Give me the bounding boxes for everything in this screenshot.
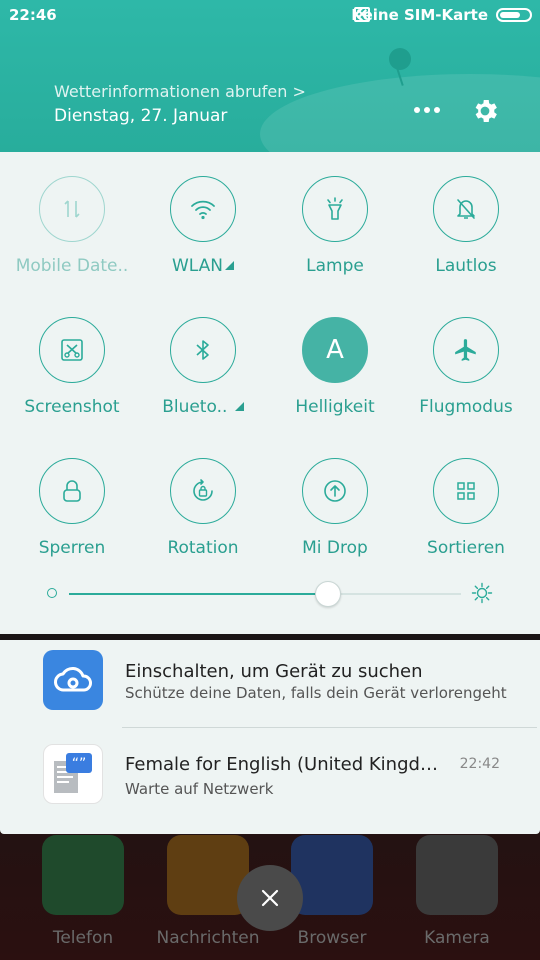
flashlight-icon bbox=[302, 176, 368, 242]
expand-caret-icon[interactable] bbox=[234, 402, 244, 411]
brightness-slider[interactable] bbox=[69, 581, 461, 607]
tile-label: Mobile Date.. bbox=[15, 256, 129, 276]
silent-bell-icon bbox=[433, 176, 499, 242]
camera-icon[interactable] bbox=[416, 835, 498, 915]
date-text: Dienstag, 27. Januar bbox=[54, 106, 228, 126]
status-bar: 22:46 Keine SIM-Karte bbox=[0, 0, 540, 30]
dock-label: Telefon bbox=[52, 928, 114, 948]
battery-icon bbox=[496, 8, 532, 22]
auto-glyph: A bbox=[326, 335, 344, 365]
bluetooth-icon bbox=[170, 317, 236, 383]
tile-wlan[interactable]: WLAN bbox=[143, 176, 263, 276]
notification-title: Einschalten, um Gerät zu suchen bbox=[125, 661, 423, 682]
tile-label: Flugmodus bbox=[419, 397, 513, 417]
tile-flugmodus[interactable]: Flugmodus bbox=[406, 317, 526, 417]
svg-text:“”: “” bbox=[72, 756, 87, 772]
tree-decoration-icon bbox=[389, 48, 411, 70]
upload-icon bbox=[302, 458, 368, 524]
phone-icon[interactable] bbox=[42, 835, 124, 915]
tile-label: WLAN bbox=[143, 256, 263, 276]
tile-label: Sperren bbox=[38, 538, 106, 558]
tile-label: Lampe bbox=[306, 256, 364, 276]
notification-title: Female for English (United Kingdo... bbox=[125, 754, 445, 775]
sim-status: Keine SIM-Karte bbox=[351, 6, 488, 24]
rotation-lock-icon bbox=[170, 458, 236, 524]
lock-icon bbox=[39, 458, 105, 524]
tile-label-text: Blueto.. bbox=[162, 397, 228, 417]
notification-divider bbox=[122, 727, 537, 728]
notifications-panel: Einschalten, um Gerät zu suchen Schütze … bbox=[0, 640, 540, 834]
tile-label: Lautlos bbox=[435, 256, 497, 276]
notification-subtitle: Schütze deine Daten, falls dein Gerät ve… bbox=[125, 684, 507, 702]
tile-label: Screenshot bbox=[24, 397, 120, 417]
expand-caret-icon[interactable] bbox=[225, 261, 235, 270]
weather-info-link[interactable]: Wetterinformationen abrufen > bbox=[54, 82, 306, 101]
gear-icon[interactable] bbox=[470, 96, 500, 126]
tile-label: Blueto.. bbox=[143, 397, 263, 417]
dock-label: Kamera bbox=[424, 928, 490, 948]
more-options-icon[interactable] bbox=[414, 100, 440, 120]
tile-bluetooth[interactable]: Blueto.. bbox=[143, 317, 263, 417]
brightness-low-icon bbox=[47, 588, 57, 598]
tile-label: Mi Drop bbox=[302, 538, 368, 558]
tile-label-text: WLAN bbox=[171, 256, 224, 276]
tile-rotation[interactable]: Rotation bbox=[143, 458, 263, 558]
grid-icon bbox=[433, 458, 499, 524]
auto-brightness-icon: A bbox=[302, 317, 368, 383]
notification-item[interactable]: Einschalten, um Gerät zu suchen Schütze … bbox=[0, 640, 540, 734]
tts-document-icon: “” bbox=[43, 744, 103, 804]
tile-sperren[interactable]: Sperren bbox=[12, 458, 132, 558]
tile-mobile-data[interactable]: Mobile Date.. bbox=[12, 176, 132, 276]
cloud-icon bbox=[43, 650, 103, 710]
dock-label: Nachrichten bbox=[156, 928, 260, 948]
mobile-data-icon bbox=[39, 176, 105, 242]
tile-label: Helligkeit bbox=[295, 397, 375, 417]
tile-lautlos[interactable]: Lautlos bbox=[406, 176, 526, 276]
notification-item[interactable]: “” Female for English (United Kingdo... … bbox=[0, 734, 540, 828]
tile-sortieren[interactable]: Sortieren bbox=[406, 458, 526, 558]
wifi-icon bbox=[170, 176, 236, 242]
airplane-icon bbox=[433, 317, 499, 383]
notification-time: 22:42 bbox=[459, 756, 500, 772]
tile-label: Rotation bbox=[167, 538, 239, 558]
brightness-high-icon bbox=[471, 582, 493, 604]
tile-label: Sortieren bbox=[427, 538, 505, 558]
notification-subtitle: Warte auf Netzwerk bbox=[125, 780, 274, 798]
tile-lampe[interactable]: Lampe bbox=[275, 176, 395, 276]
tile-helligkeit[interactable]: A Helligkeit bbox=[275, 317, 395, 417]
tile-mi-drop[interactable]: Mi Drop bbox=[275, 458, 395, 558]
browser-icon[interactable] bbox=[291, 835, 373, 915]
dock-label: Browser bbox=[297, 928, 367, 948]
brightness-slider-fill bbox=[69, 593, 328, 595]
screenshot-scissors-icon bbox=[39, 317, 105, 383]
close-icon bbox=[261, 889, 279, 907]
status-time: 22:46 bbox=[9, 6, 57, 24]
quick-settings-panel: Mobile Date.. WLAN Lampe Lautlos Screens… bbox=[0, 152, 540, 634]
notification-header: 22:46 Keine SIM-Karte Wetterinformatione… bbox=[0, 0, 540, 152]
clear-notifications-button[interactable] bbox=[237, 865, 303, 931]
tile-screenshot[interactable]: Screenshot bbox=[12, 317, 132, 417]
brightness-slider-thumb[interactable] bbox=[314, 581, 341, 607]
